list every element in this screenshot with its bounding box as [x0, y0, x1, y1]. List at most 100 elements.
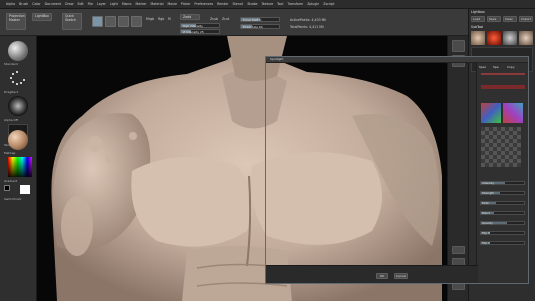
quick-sketch-label: Quick Sketch	[65, 14, 76, 22]
menu-tool[interactable]: Tool	[277, 2, 283, 6]
menu-picker[interactable]: Picker	[181, 2, 191, 6]
menu-file[interactable]: File	[88, 2, 93, 6]
draw-size-text: Draw Size 64	[243, 25, 263, 29]
blend-slider[interactable]: Blend	[480, 211, 525, 215]
focal-shift-slider[interactable]: Focal Shift 0	[240, 17, 280, 22]
focal-shift-text: Focal Shift 0	[243, 18, 262, 22]
draw-button[interactable]	[105, 16, 116, 27]
flip-v-slider[interactable]: Flip V	[480, 241, 525, 245]
subtool-header[interactable]: SubTool	[471, 25, 483, 29]
clear-button[interactable]: Clear	[503, 16, 517, 22]
side-tab-copy[interactable]: Copy	[507, 65, 515, 70]
menu-zplugin[interactable]: Zplugin	[307, 2, 319, 6]
menu-alpha[interactable]: Alpha	[6, 2, 15, 6]
spotlight-dialog: Spotlight Spec Spe Copy Intensity Streng…	[265, 56, 529, 284]
transparent-preview	[481, 127, 521, 167]
blend-label: Blend	[482, 211, 490, 215]
secondary-color-swatch[interactable]	[4, 185, 10, 191]
menu-document[interactable]: Document	[45, 2, 62, 6]
menu-texture[interactable]: Texture	[261, 2, 273, 6]
menu-stroke[interactable]: Stroke	[247, 2, 257, 6]
lightbox-label: LightBox	[35, 14, 49, 18]
brush-thumbnail[interactable]	[8, 41, 28, 61]
alpha-thumbnail[interactable]	[8, 96, 28, 116]
menu-edit[interactable]: Edit	[77, 2, 83, 6]
flip-v-label: Flip V	[482, 241, 490, 245]
projection-master-label: Projection Master	[9, 14, 25, 22]
menu-brush[interactable]: Brush	[19, 2, 28, 6]
menu-stencil[interactable]: Stencil	[233, 2, 244, 6]
menu-movie[interactable]: Movie	[167, 2, 176, 6]
menu-zscript[interactable]: Zscript	[323, 2, 334, 6]
m-label[interactable]: M	[168, 17, 171, 21]
rgb-intensity-slider[interactable]: Rgb Intensity	[180, 23, 220, 28]
load-button[interactable]: Load	[471, 16, 485, 22]
opacity-label: Opacity	[482, 221, 493, 225]
tool-thumbnail-3[interactable]	[503, 31, 517, 45]
menu-marker[interactable]: Marker	[136, 2, 147, 6]
mrgb-label[interactable]: Mrgb	[146, 17, 154, 21]
texture-swatch-2[interactable]	[503, 103, 523, 123]
tool-thumbnail-4[interactable]	[519, 31, 533, 45]
tool-thumbnail-2[interactable]	[487, 31, 501, 45]
stroke-dots-icon	[10, 71, 25, 85]
menu-material[interactable]: Material	[151, 2, 164, 6]
dialog-footer: OK Cancel	[266, 265, 478, 283]
alpha-label: Alpha Off	[4, 118, 18, 122]
zadd-button[interactable]: Zadd	[180, 14, 200, 20]
active-points-readout: ActivePoints: 4,403 Mil	[290, 18, 327, 22]
fade-slider[interactable]: Fade	[480, 201, 525, 205]
move-button[interactable]	[118, 16, 129, 27]
opacity-slider[interactable]: Opacity	[480, 221, 525, 225]
scale-button[interactable]	[131, 16, 142, 27]
strength-slider[interactable]: Strength	[480, 191, 525, 195]
import-button[interactable]: Import	[519, 16, 533, 22]
save-button[interactable]: Save	[487, 16, 501, 22]
menu-color[interactable]: Color	[32, 2, 40, 6]
menu-light[interactable]: Light	[110, 2, 118, 6]
strength-label: Strength	[482, 191, 495, 195]
total-points-readout: TotalPoints: 4,411 Mil	[290, 25, 324, 29]
draw-size-slider[interactable]: Draw Size 64	[240, 24, 280, 29]
color-picker[interactable]	[8, 157, 32, 177]
fade-label: Fade	[482, 201, 489, 205]
cancel-button[interactable]: Cancel	[394, 273, 408, 279]
menu-render[interactable]: Render	[217, 2, 228, 6]
flip-h-slider[interactable]: Flip H	[480, 231, 525, 235]
menu-preferences[interactable]: Preferences	[194, 2, 213, 6]
rgb-label[interactable]: Rgb	[158, 17, 164, 21]
side-tab-spec[interactable]: Spec	[479, 65, 486, 70]
material-thumbnail[interactable]	[8, 130, 28, 150]
menu-draw[interactable]: Draw	[65, 2, 73, 6]
palette-header[interactable]: Lightbox	[471, 10, 485, 14]
scroll-button[interactable]	[452, 40, 465, 52]
red-bar	[481, 73, 525, 75]
zsub-label[interactable]: Zsub	[210, 17, 218, 21]
lightbox-button[interactable]: LightBox	[32, 13, 52, 21]
menu-macro[interactable]: Macro	[122, 2, 132, 6]
z-intensity-text: Z Intensity 25	[183, 30, 204, 34]
side-tab-spe[interactable]: Spe	[493, 65, 499, 70]
texture-swatch-1[interactable]	[481, 103, 501, 123]
primary-color-swatch[interactable]	[20, 185, 30, 194]
menu-layer[interactable]: Layer	[97, 2, 106, 6]
top-toolbar: Projection Master LightBox Quick Sketch …	[0, 9, 468, 36]
brush-label: Standard	[4, 62, 18, 66]
zadd-label: Zadd	[183, 15, 192, 19]
menu-transform[interactable]: Transform	[287, 2, 303, 6]
gradient-label: Gradient	[4, 179, 18, 183]
stroke-thumbnail[interactable]	[8, 68, 28, 88]
edit-button[interactable]	[92, 16, 103, 27]
z-intensity-slider[interactable]: Z Intensity 25	[180, 29, 220, 34]
ok-button[interactable]: OK	[376, 273, 388, 279]
zcut-label[interactable]: Zcut	[222, 17, 229, 21]
material-label: MatCap	[4, 151, 16, 155]
tool-thumbnail-1[interactable]	[471, 31, 485, 45]
quick-sketch-button[interactable]: Quick Sketch	[62, 13, 82, 30]
stroke-label: DragRect	[4, 90, 18, 94]
color-picker-shade	[8, 157, 32, 177]
switch-color-label[interactable]: SwitchColor	[4, 197, 22, 201]
intensity-slider[interactable]: Intensity	[480, 181, 525, 185]
rgb-intensity-text: Rgb Intensity	[183, 24, 203, 28]
projection-master-button[interactable]: Projection Master	[6, 13, 26, 30]
